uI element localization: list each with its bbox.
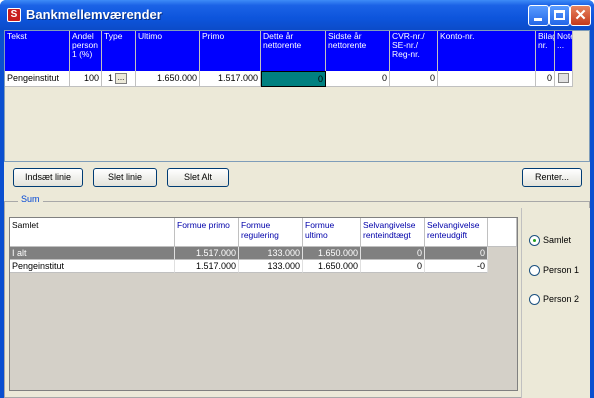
cell-sidste-aar[interactable]: 0	[326, 71, 390, 87]
sum-inst-renteindtaegt: 0	[361, 260, 425, 273]
sum-col-formue-regulering: Formue regulering	[239, 218, 303, 247]
col-andel[interactable]: Andel person 1 (%)	[70, 31, 102, 71]
window-title: Bankmellemværender	[26, 7, 162, 22]
sum-col-renteudgift: Selvangivelse renteudgift	[425, 218, 488, 247]
app-window: S Bankmellemværender ✕ Tekst Andel perso…	[0, 0, 594, 398]
col-dette-aar[interactable]: Dette år nettorente	[261, 31, 326, 71]
cell-dette-aar[interactable]: 0	[261, 71, 326, 87]
action-bar: Indsæt linie Slet linie Slet Alt Renter.…	[4, 163, 590, 191]
minimize-button[interactable]	[528, 5, 549, 26]
sum-inst-ultimo: 1.650.000	[303, 260, 361, 273]
radio-person-1[interactable]: Person 1	[529, 265, 579, 279]
delete-line-button[interactable]: Slet linie	[93, 168, 157, 187]
cell-andel[interactable]: 100	[70, 71, 102, 87]
entries-grid[interactable]: Tekst Andel person 1 (%) Type Ultimo Pri…	[4, 30, 590, 162]
sum-total-renteudgift: 0	[425, 247, 488, 260]
sum-total-regulering: 133.000	[239, 247, 303, 260]
delete-all-button[interactable]: Slet Alt	[167, 168, 229, 187]
col-type[interactable]: Type	[102, 31, 136, 71]
type-picker-button[interactable]: ...	[115, 73, 128, 84]
cell-primo[interactable]: 1.517.000	[200, 71, 261, 87]
sum-col-filler	[488, 218, 517, 247]
sum-col-formue-ultimo: Formue ultimo	[303, 218, 361, 247]
radio-checked-icon	[529, 235, 540, 247]
cell-cvr[interactable]: 0	[390, 71, 438, 87]
maximize-button[interactable]	[549, 5, 570, 26]
maximize-icon	[554, 10, 565, 20]
note-button[interactable]	[558, 73, 569, 83]
radio-unchecked-icon	[529, 265, 540, 277]
cell-tekst[interactable]: Pengeinstitut	[5, 71, 70, 87]
radio-person-2-label: Person 2	[543, 294, 580, 304]
sum-total-primo: 1.517.000	[175, 247, 239, 260]
col-primo[interactable]: Primo	[200, 31, 261, 71]
rates-button[interactable]: Renter...	[522, 168, 582, 187]
col-note[interactable]: Note ...	[555, 31, 573, 71]
cell-note[interactable]	[555, 71, 573, 87]
sum-col-samlet: Samlet	[10, 218, 175, 247]
col-konto[interactable]: Konto-nr.	[438, 31, 536, 71]
radio-person-1-label: Person 1	[543, 265, 580, 275]
col-bilag[interactable]: Bilag nr.	[536, 31, 555, 71]
radio-samlet[interactable]: Samlet	[529, 235, 571, 249]
sum-inst-primo: 1.517.000	[175, 260, 239, 273]
radio-unchecked-icon	[529, 294, 540, 306]
sum-inst-regulering: 133.000	[239, 260, 303, 273]
col-sidste-aar[interactable]: Sidste år nettorente	[326, 31, 390, 71]
insert-line-button[interactable]: Indsæt linie	[13, 168, 83, 187]
sum-total-label: I alt	[10, 247, 175, 260]
close-icon: ✕	[574, 7, 587, 24]
client-area: Tekst Andel person 1 (%) Type Ultimo Pri…	[4, 30, 590, 398]
view-selector: Samlet Person 1 Person 2	[521, 208, 590, 398]
col-ultimo[interactable]: Ultimo	[136, 31, 200, 71]
sum-col-renteindtaegt: Selvangivelse renteindtægt	[361, 218, 425, 247]
sum-col-formue-primo: Formue primo	[175, 218, 239, 247]
cell-konto[interactable]	[438, 71, 536, 87]
col-tekst[interactable]: Tekst	[5, 31, 70, 71]
cell-ultimo[interactable]: 1.650.000	[136, 71, 200, 87]
sum-total-ultimo: 1.650.000	[303, 247, 361, 260]
sum-inst-label: Pengeinstitut	[10, 260, 175, 273]
col-note-dots: ...	[557, 40, 565, 50]
app-icon[interactable]: S	[7, 8, 21, 22]
sum-inst-renteudgift: -0	[425, 260, 488, 273]
col-cvr[interactable]: CVR-nr./ SE-nr./ Reg-nr.	[390, 31, 438, 71]
minimize-icon	[534, 18, 542, 21]
title-bar[interactable]: S Bankmellemværender ✕	[0, 0, 594, 30]
sum-table[interactable]: Samlet Formue primo Formue regulering Fo…	[9, 217, 518, 391]
cell-type-value: 1	[108, 73, 114, 83]
cell-bilag[interactable]: 0	[536, 71, 555, 87]
radio-person-2[interactable]: Person 2	[529, 294, 579, 308]
close-button[interactable]: ✕	[570, 5, 591, 26]
sum-legend: Sum	[18, 194, 43, 204]
cell-type[interactable]: 1...	[102, 71, 136, 87]
radio-samlet-label: Samlet	[543, 235, 572, 245]
sum-total-renteindtaegt: 0	[361, 247, 425, 260]
